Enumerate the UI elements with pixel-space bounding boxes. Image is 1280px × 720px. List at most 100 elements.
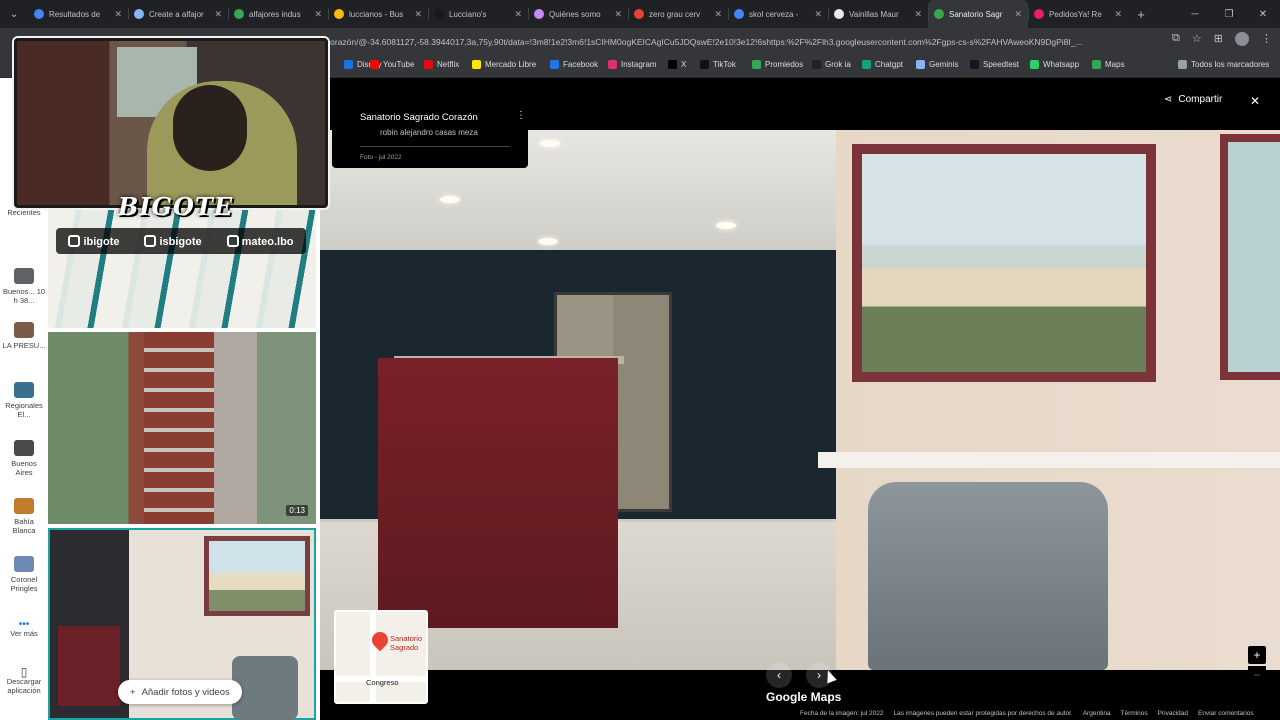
- minimize-icon[interactable]: ─: [1178, 9, 1212, 20]
- photo-author[interactable]: robin alejandro casas meza: [380, 128, 478, 137]
- bookmark-item[interactable]: Facebook: [550, 60, 598, 69]
- close-viewer-icon[interactable]: ✕: [1250, 94, 1260, 108]
- ceiling-light: [440, 196, 460, 203]
- close-tab-icon[interactable]: ✕: [914, 9, 922, 20]
- place-title[interactable]: Sanatorio Sagrado Corazón: [360, 112, 478, 123]
- bookmark-favicon-icon: [1092, 60, 1101, 69]
- recent-place-thumbnail: [14, 498, 34, 514]
- tab-favicon-icon: [234, 9, 244, 19]
- browser-tab[interactable]: Quiénes somo ✕: [528, 0, 628, 28]
- video-thumbnail[interactable]: 0:13: [48, 332, 316, 524]
- address-bar[interactable]: Corazón/@-34.6081127,-58.3944017,3a,75y,…: [324, 32, 1144, 52]
- close-tab-icon[interactable]: ✕: [314, 9, 322, 20]
- photo-thumbnail[interactable]: [48, 206, 316, 328]
- close-tab-icon[interactable]: ✕: [714, 9, 722, 20]
- browser-tab[interactable]: luccianos - Bus ✕: [328, 0, 428, 28]
- browser-tab[interactable]: Lucciano's ✕: [428, 0, 528, 28]
- browser-tab[interactable]: Sanatorio Sagr ✕: [928, 0, 1028, 28]
- tab-title: luccianos - Bus: [349, 9, 404, 19]
- bookmark-item[interactable]: Geminis: [916, 60, 958, 69]
- browser-tab[interactable]: skol cerveza - ✕: [728, 0, 828, 28]
- bookmark-item[interactable]: Speedtest: [970, 60, 1019, 69]
- recent-place-item[interactable]: Coronel Pringles: [2, 556, 46, 593]
- maximize-icon[interactable]: ❐: [1212, 9, 1246, 20]
- bookmark-favicon-icon: [812, 60, 821, 69]
- browser-tab[interactable]: Create a alfajor ✕: [128, 0, 228, 28]
- close-tab-icon[interactable]: ✕: [1014, 9, 1022, 20]
- bookmark-item[interactable]: TikTok: [700, 60, 736, 69]
- close-window-icon[interactable]: ✕: [1246, 9, 1280, 20]
- bookmark-label: Facebook: [563, 60, 599, 69]
- previous-photo-button[interactable]: ‹: [766, 662, 792, 688]
- zoom-out-button[interactable]: −: [1248, 666, 1266, 684]
- recent-place-thumbnail: [14, 268, 34, 284]
- bookmark-item[interactable]: Chatgpt: [862, 60, 903, 69]
- recent-place-thumbnail: [14, 440, 34, 456]
- browser-tab[interactable]: PedidosYa! Re ✕: [1028, 0, 1128, 28]
- download-app-button[interactable]: ▯ Descargar aplicación: [2, 666, 46, 695]
- bookmark-item[interactable]: Mercado Libre: [472, 60, 536, 69]
- recent-place-label: Coronel Pringles: [10, 575, 38, 593]
- bookmark-favicon-icon: [424, 60, 433, 69]
- recents-label[interactable]: Recientes: [2, 208, 46, 217]
- ceiling-light: [716, 222, 736, 229]
- photo-viewer[interactable]: Sanatorio Sagrado Corazón ⋮ robin alejan…: [320, 78, 1280, 720]
- close-tab-icon[interactable]: ✕: [1114, 9, 1122, 20]
- browser-tab[interactable]: alfajores indus ✕: [228, 0, 328, 28]
- recent-place-item[interactable]: Buenos... 10 h 38...: [2, 268, 46, 305]
- tab-strip: ⌄ Resultados de ✕ Create a alfajor ✕ alfajor…: [0, 0, 1280, 28]
- new-tab-button[interactable]: +: [1128, 7, 1154, 22]
- install-app-icon[interactable]: ⧉: [1172, 32, 1180, 46]
- close-tab-icon[interactable]: ✕: [814, 9, 822, 20]
- recent-place-label: Buenos... 10 h 38...: [2, 287, 46, 305]
- browser-tab[interactable]: Resultados de ✕: [28, 0, 128, 28]
- footer-link[interactable]: Argentina: [1083, 710, 1111, 720]
- bookmark-favicon-icon: [608, 60, 617, 69]
- zoom-in-button[interactable]: +: [1248, 646, 1266, 664]
- bookmark-label: Mercado Libre: [485, 60, 537, 69]
- browser-menu-icon[interactable]: ⋮: [1261, 32, 1272, 46]
- close-tab-icon[interactable]: ✕: [114, 9, 122, 20]
- browser-tab[interactable]: zero grau cerv ✕: [628, 0, 728, 28]
- recent-place-item[interactable]: Bahía Blanca: [2, 498, 46, 535]
- close-tab-icon[interactable]: ✕: [614, 9, 622, 20]
- bookmark-label: Netflix: [437, 60, 460, 69]
- tab-search-icon[interactable]: ⌄: [0, 0, 28, 28]
- social-handle-text: ibigote: [83, 235, 120, 248]
- bookmark-item[interactable]: Maps: [1092, 60, 1125, 69]
- recent-place-item[interactable]: Regionales El...: [2, 382, 46, 419]
- close-tab-icon[interactable]: ✕: [214, 9, 222, 20]
- bookmark-item[interactable]: X: [668, 60, 686, 69]
- bookmark-item[interactable]: Todos los marcadores: [1178, 60, 1269, 69]
- recent-place-item[interactable]: Buenos Aires: [2, 440, 46, 477]
- more-button[interactable]: ••• Ver más: [2, 620, 46, 639]
- instagram-icon: [226, 234, 239, 247]
- more-label: Ver más: [10, 629, 38, 638]
- close-tab-icon[interactable]: ✕: [514, 9, 522, 20]
- footer-link[interactable]: Privacidad: [1158, 710, 1188, 720]
- share-button[interactable]: ⋖ Compartir: [1164, 94, 1222, 105]
- footer-link[interactable]: Enviar comentarios: [1198, 710, 1254, 720]
- more-options-icon[interactable]: ⋮: [516, 110, 526, 121]
- bookmark-item[interactable]: Promiedos: [752, 60, 803, 69]
- stream-brand-logo: BIGOTE: [118, 192, 234, 221]
- bookmark-item[interactable]: YouTube: [370, 60, 414, 69]
- ceiling-light: [540, 140, 560, 147]
- bookmark-favicon-icon: [668, 60, 677, 69]
- bookmark-star-icon[interactable]: ☆: [1192, 32, 1202, 46]
- profile-avatar[interactable]: [1235, 32, 1249, 46]
- bookmark-item[interactable]: Netflix: [424, 60, 459, 69]
- add-photos-button[interactable]: + Añadir fotos y videos: [118, 680, 242, 704]
- browser-tab[interactable]: Vainillas Maur ✕: [828, 0, 928, 28]
- recent-place-item[interactable]: LA PRESU...: [2, 322, 46, 350]
- footer-link[interactable]: Términos: [1121, 710, 1148, 720]
- minimap[interactable]: Sanatorio Sagrado Congreso: [334, 610, 428, 704]
- bookmark-item[interactable]: Instagram: [608, 60, 657, 69]
- bookmark-item[interactable]: Grok ia: [812, 60, 851, 69]
- extensions-icon[interactable]: ⊞: [1214, 32, 1223, 46]
- tab-title: skol cerveza -: [749, 9, 799, 19]
- tab-favicon-icon: [934, 9, 944, 19]
- tab-favicon-icon: [634, 9, 644, 19]
- bookmark-item[interactable]: Whatsapp: [1030, 60, 1079, 69]
- close-tab-icon[interactable]: ✕: [414, 9, 422, 20]
